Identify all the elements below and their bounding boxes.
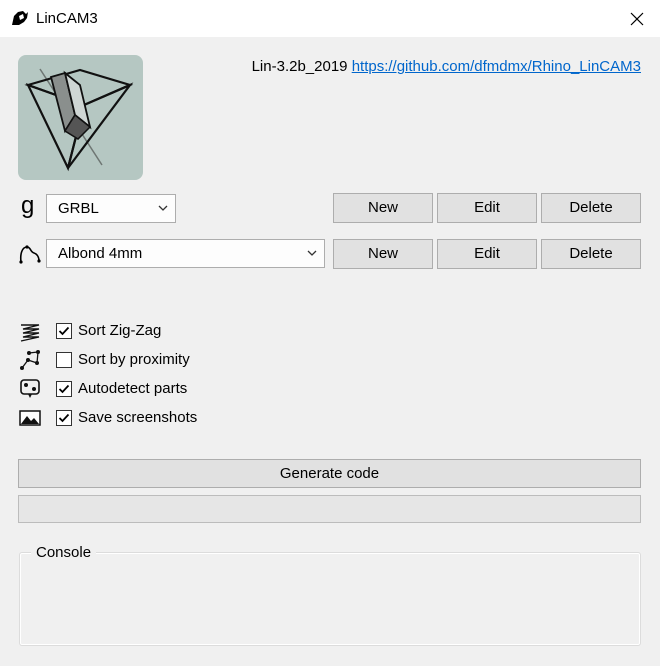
version-text: Lin-3.2b_2019: [251, 58, 348, 75]
chevron-down-icon: [307, 250, 317, 256]
machine-select-value: GRBL: [58, 200, 99, 217]
chevron-down-icon: [158, 205, 168, 211]
version-line: Lin-3.2b_2019 https://github.com/dfmdmx/…: [252, 58, 641, 75]
window-title: LinCAM3: [36, 10, 98, 27]
material-select-value: Albond 4mm: [58, 245, 143, 262]
console-label: Console: [31, 544, 97, 561]
material-edit-button[interactable]: Edit: [437, 239, 537, 269]
material-new-button[interactable]: New: [333, 239, 433, 269]
github-link[interactable]: https://github.com/dfmdmx/Rhino_LinCAM3: [352, 58, 641, 75]
autodetect-parts-checkbox[interactable]: [56, 381, 72, 397]
save-screenshots-checkbox[interactable]: [56, 410, 72, 426]
checkmark-icon: [58, 384, 70, 394]
checkmark-icon: [58, 326, 70, 336]
checkmark-icon: [58, 413, 70, 423]
svg-text:g: g: [21, 194, 34, 218]
machine-new-button[interactable]: New: [333, 193, 433, 223]
material-delete-button[interactable]: Delete: [541, 239, 641, 269]
machine-edit-button[interactable]: Edit: [437, 193, 537, 223]
sort-proximity-checkbox[interactable]: [56, 352, 72, 368]
progress-bar: [18, 495, 641, 523]
proximity-icon: [20, 350, 40, 370]
sort-zigzag-label[interactable]: Sort Zig-Zag: [78, 322, 161, 339]
zigzag-icon: [20, 324, 40, 342]
autodetect-icon: [20, 379, 40, 398]
title-bar: LinCAM3: [0, 0, 660, 37]
gcode-icon: g: [21, 194, 34, 218]
close-icon: [630, 12, 644, 25]
rhino-app-icon: [10, 8, 30, 28]
screenshot-icon: [19, 410, 41, 426]
generate-code-button[interactable]: Generate code: [18, 459, 641, 488]
console-box[interactable]: [19, 552, 641, 646]
material-select[interactable]: Albond 4mm: [46, 239, 325, 268]
toolpath-curve-icon: [19, 245, 41, 264]
save-screenshots-label[interactable]: Save screenshots: [78, 409, 197, 426]
lincam-logo: [18, 55, 143, 180]
close-button[interactable]: [614, 0, 660, 37]
machine-select[interactable]: GRBL: [46, 194, 176, 223]
machine-delete-button[interactable]: Delete: [541, 193, 641, 223]
autodetect-parts-label[interactable]: Autodetect parts: [78, 380, 187, 397]
sort-zigzag-checkbox[interactable]: [56, 323, 72, 339]
sort-proximity-label[interactable]: Sort by proximity: [78, 351, 190, 368]
